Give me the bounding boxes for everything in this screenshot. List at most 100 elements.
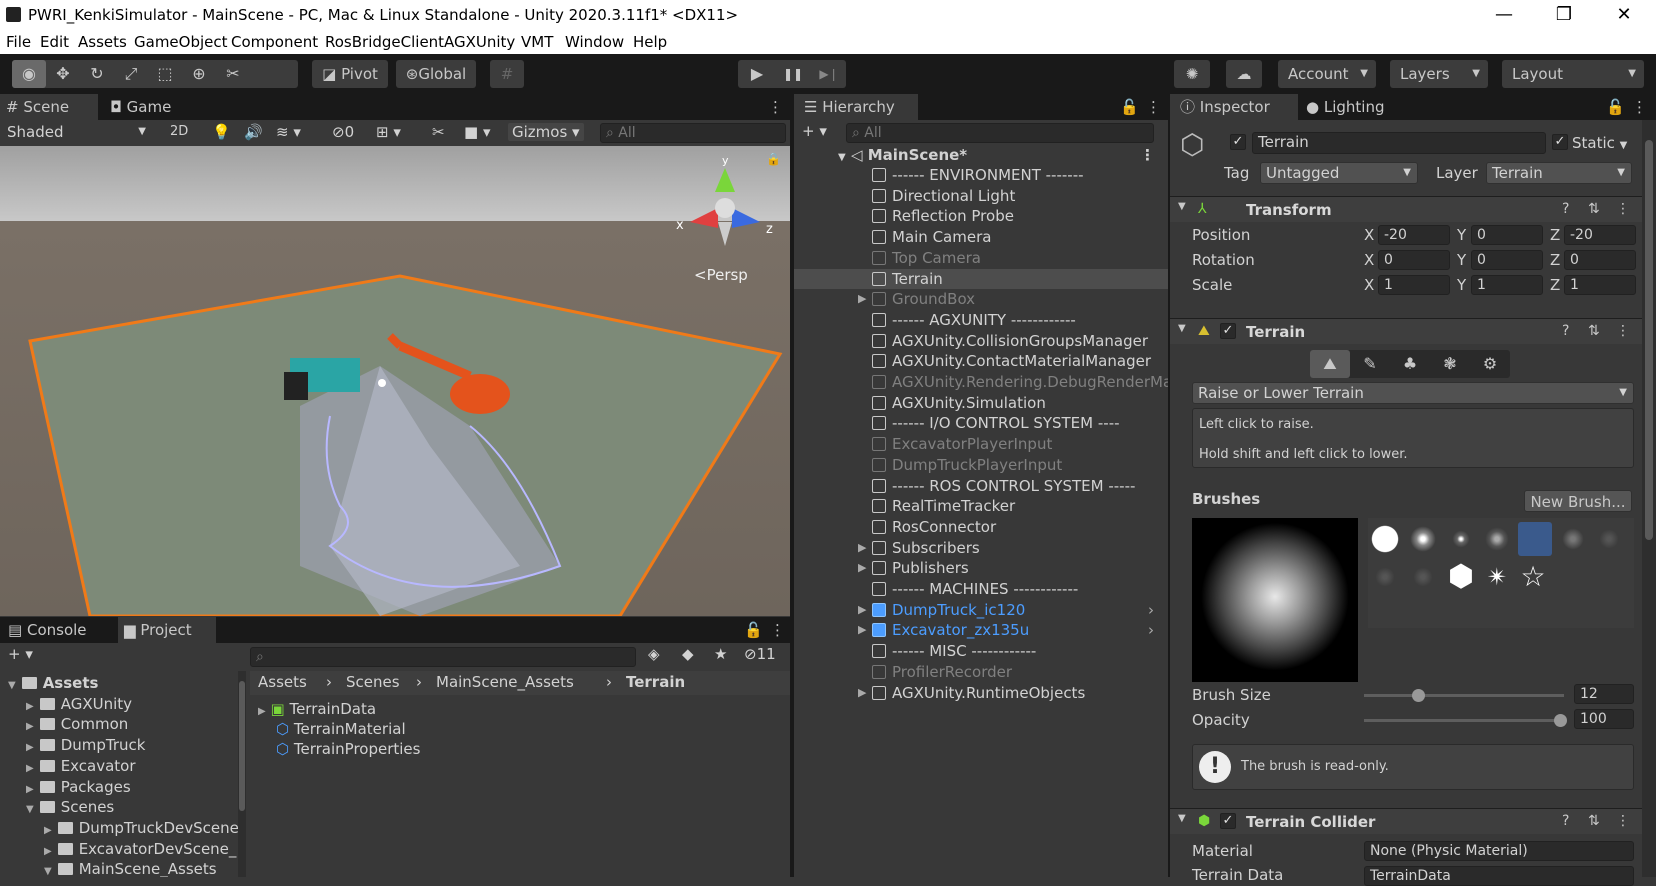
hidden-packages-icon[interactable]: ⊘11 xyxy=(744,645,776,663)
breadcrumb-assets[interactable]: Assets xyxy=(258,673,307,691)
expand-arrow-icon[interactable]: ▶ xyxy=(858,289,866,309)
hidden-objects-icon[interactable]: ⊘0 xyxy=(332,123,354,141)
paint-tool-icon[interactable]: ✎ xyxy=(1350,350,1390,378)
hierarchy-item[interactable]: AGXUnity.Simulation xyxy=(794,393,1168,413)
panel-splitter[interactable] xyxy=(1168,94,1170,877)
minimize-button[interactable]: — xyxy=(1484,2,1524,28)
brush-splatter[interactable] xyxy=(1558,524,1588,554)
2d-toggle[interactable]: 2D xyxy=(170,124,188,139)
static-dropdown[interactable]: Static ▼ xyxy=(1572,134,1627,152)
active-checkbox[interactable]: ✓ xyxy=(1230,134,1246,150)
grid-toggle-icon[interactable]: ⊞ ▾ xyxy=(376,123,401,141)
grid-snap-icon[interactable]: # xyxy=(490,60,524,88)
static-checkbox[interactable]: ✓ xyxy=(1552,134,1568,150)
transform-pos-y-field[interactable]: 0 xyxy=(1471,225,1543,245)
menu-window[interactable]: Window xyxy=(565,33,624,51)
global-toggle[interactable]: ⊛Global xyxy=(396,60,476,88)
scene-menu-icon[interactable]: ⋮ xyxy=(768,94,783,120)
hierarchy-item[interactable]: ▶ AGXUnity.RuntimeObjects xyxy=(794,683,1168,703)
tree-scrollbar[interactable] xyxy=(238,671,246,877)
expand-arrow-icon[interactable]: ▶ xyxy=(26,763,34,774)
hierarchy-search-input[interactable]: ⌕ All xyxy=(846,123,1154,143)
tab-scene[interactable]: # Scene xyxy=(0,94,98,120)
transform-scale-y-field[interactable]: 1 xyxy=(1471,275,1543,295)
expand-arrow-icon[interactable]: ▼ xyxy=(26,804,34,815)
expand-arrow-icon[interactable]: ▶ xyxy=(44,825,52,836)
hierarchy-item[interactable]: ------ MACHINES ------------ xyxy=(794,579,1168,599)
transform-pos-z-field[interactable]: -20 xyxy=(1564,225,1636,245)
folder-tree-item[interactable]: ▶ DumpTruck xyxy=(0,735,145,755)
details-tool-icon[interactable]: ❃ xyxy=(1430,350,1470,378)
favorite-star-icon[interactable]: ★ xyxy=(714,645,727,663)
menu-gameobject[interactable]: GameObject xyxy=(134,33,228,51)
tab-console[interactable]: ▤ Console xyxy=(8,617,118,643)
hierarchy-item[interactable]: RealTimeTracker xyxy=(794,496,1168,516)
preset-icon[interactable]: ⇅ xyxy=(1588,323,1600,339)
new-brush-button[interactable]: New Brush... xyxy=(1524,490,1632,512)
scale-tool-icon[interactable]: ⤢ xyxy=(114,60,148,88)
tab-lighting[interactable]: ● Lighting xyxy=(1306,94,1385,120)
hierarchy-item[interactable]: DumpTruckPlayerInput xyxy=(794,455,1168,475)
tools-toggle-icon[interactable]: ✂ xyxy=(432,123,445,141)
expand-arrow-icon[interactable]: ▶ xyxy=(44,846,52,857)
audio-toggle-icon[interactable]: 🔊 xyxy=(244,123,263,141)
project-create-button[interactable]: + ▾ xyxy=(8,645,33,663)
step-button[interactable]: ▶❘ xyxy=(812,60,846,88)
menu-vmt[interactable]: VMT xyxy=(521,33,553,51)
expand-arrow-icon[interactable]: ▶ xyxy=(26,721,34,732)
layers-dropdown[interactable]: Layers ▼ xyxy=(1390,60,1488,88)
expand-arrow-icon[interactable]: ▼ xyxy=(44,866,52,877)
menu-rosbridgeclient[interactable]: RosBridgeClient xyxy=(325,33,444,51)
menu-edit[interactable]: Edit xyxy=(40,33,69,51)
menu-component[interactable]: Component xyxy=(231,33,318,51)
project-menu-icon[interactable]: ⋮ xyxy=(770,617,785,643)
layer-dropdown[interactable]: Terrain xyxy=(1486,162,1632,184)
help-icon[interactable]: ? xyxy=(1562,201,1569,217)
breadcrumb-scenes[interactable]: Scenes xyxy=(346,673,400,691)
preset-icon[interactable]: ⇅ xyxy=(1588,813,1600,829)
menu-file[interactable]: File xyxy=(6,33,31,51)
hierarchy-item[interactable]: ProfilerRecorder xyxy=(794,662,1168,682)
hierarchy-item[interactable]: ▶ DumpTruck_ic120 › xyxy=(794,600,1168,620)
prefab-open-icon[interactable]: › xyxy=(1148,600,1154,620)
move-tool-icon[interactable]: ✥ xyxy=(46,60,80,88)
hierarchy-item[interactable]: ExcavatorPlayerInput xyxy=(794,434,1168,454)
hierarchy-item[interactable]: ------ ENVIRONMENT ------- xyxy=(794,165,1168,185)
expand-arrow-icon[interactable]: ▶ xyxy=(26,742,34,753)
hierarchy-item[interactable]: Main Camera xyxy=(794,227,1168,247)
folder-tree-item[interactable]: ▶ Excavator xyxy=(0,756,136,776)
terrain-collider-header[interactable]: ▼ ⬢ ✓ Terrain Collider ? ⇅ ⋮ xyxy=(1170,808,1656,834)
material-field[interactable]: None (Physic Material) xyxy=(1364,841,1634,861)
hierarchy-item[interactable]: AGXUnity.ContactMaterialManager xyxy=(794,351,1168,371)
brush-soft-round[interactable] xyxy=(1408,524,1438,554)
brush-small-soft[interactable] xyxy=(1446,524,1476,554)
hierarchy-item[interactable]: Directional Light xyxy=(794,186,1168,206)
terrain-data-field[interactable]: TerrainData xyxy=(1364,866,1634,886)
brush-hard-round[interactable] xyxy=(1370,524,1400,554)
hierarchy-item[interactable]: Top Camera xyxy=(794,248,1168,268)
brush-sparkle[interactable]: ✴ xyxy=(1482,562,1512,592)
gizmos-dropdown[interactable]: Gizmos ▾ xyxy=(508,123,584,141)
file-terrainproperties[interactable]: ⬡ TerrainProperties xyxy=(276,739,420,759)
transform-pos-x-field[interactable]: -20 xyxy=(1378,225,1450,245)
tab-inspector[interactable]: ⓘ Inspector xyxy=(1170,94,1298,120)
scene-menu-icon[interactable]: ⋮ xyxy=(1140,145,1155,165)
brush-noise[interactable] xyxy=(1482,524,1512,554)
transform-rot-y-field[interactable]: 0 xyxy=(1471,250,1543,270)
brush-size-slider[interactable] xyxy=(1364,689,1564,702)
persp-label[interactable]: <Persp xyxy=(694,266,748,284)
tag-dropdown[interactable]: Untagged xyxy=(1260,162,1418,184)
trees-tool-icon[interactable]: ♣ xyxy=(1390,350,1430,378)
raise-terrain-tool-icon[interactable]: ⛰ xyxy=(1310,350,1350,378)
brush-star[interactable]: ☆ xyxy=(1518,562,1548,592)
folder-tree-item[interactable]: ▼ Assets xyxy=(0,673,98,693)
lighting-toggle-icon[interactable]: 💡 xyxy=(212,123,231,141)
hierarchy-item[interactable]: AGXUnity.CollisionGroupsManager xyxy=(794,331,1168,351)
hierarchy-item[interactable]: ------ ROS CONTROL SYSTEM ----- xyxy=(794,476,1168,496)
pivot-toggle[interactable]: ◪ Pivot xyxy=(312,60,388,88)
cloud-icon[interactable]: ☁ xyxy=(1226,60,1262,88)
expand-arrow-icon[interactable]: ▶ xyxy=(26,701,34,712)
terrain-header[interactable]: ▼ ⛰ ✓ Terrain ? ⇅ ⋮ xyxy=(1170,318,1656,344)
expand-arrow-icon[interactable]: ▶ xyxy=(858,600,866,620)
hierarchy-item[interactable]: Reflection Probe xyxy=(794,206,1168,226)
